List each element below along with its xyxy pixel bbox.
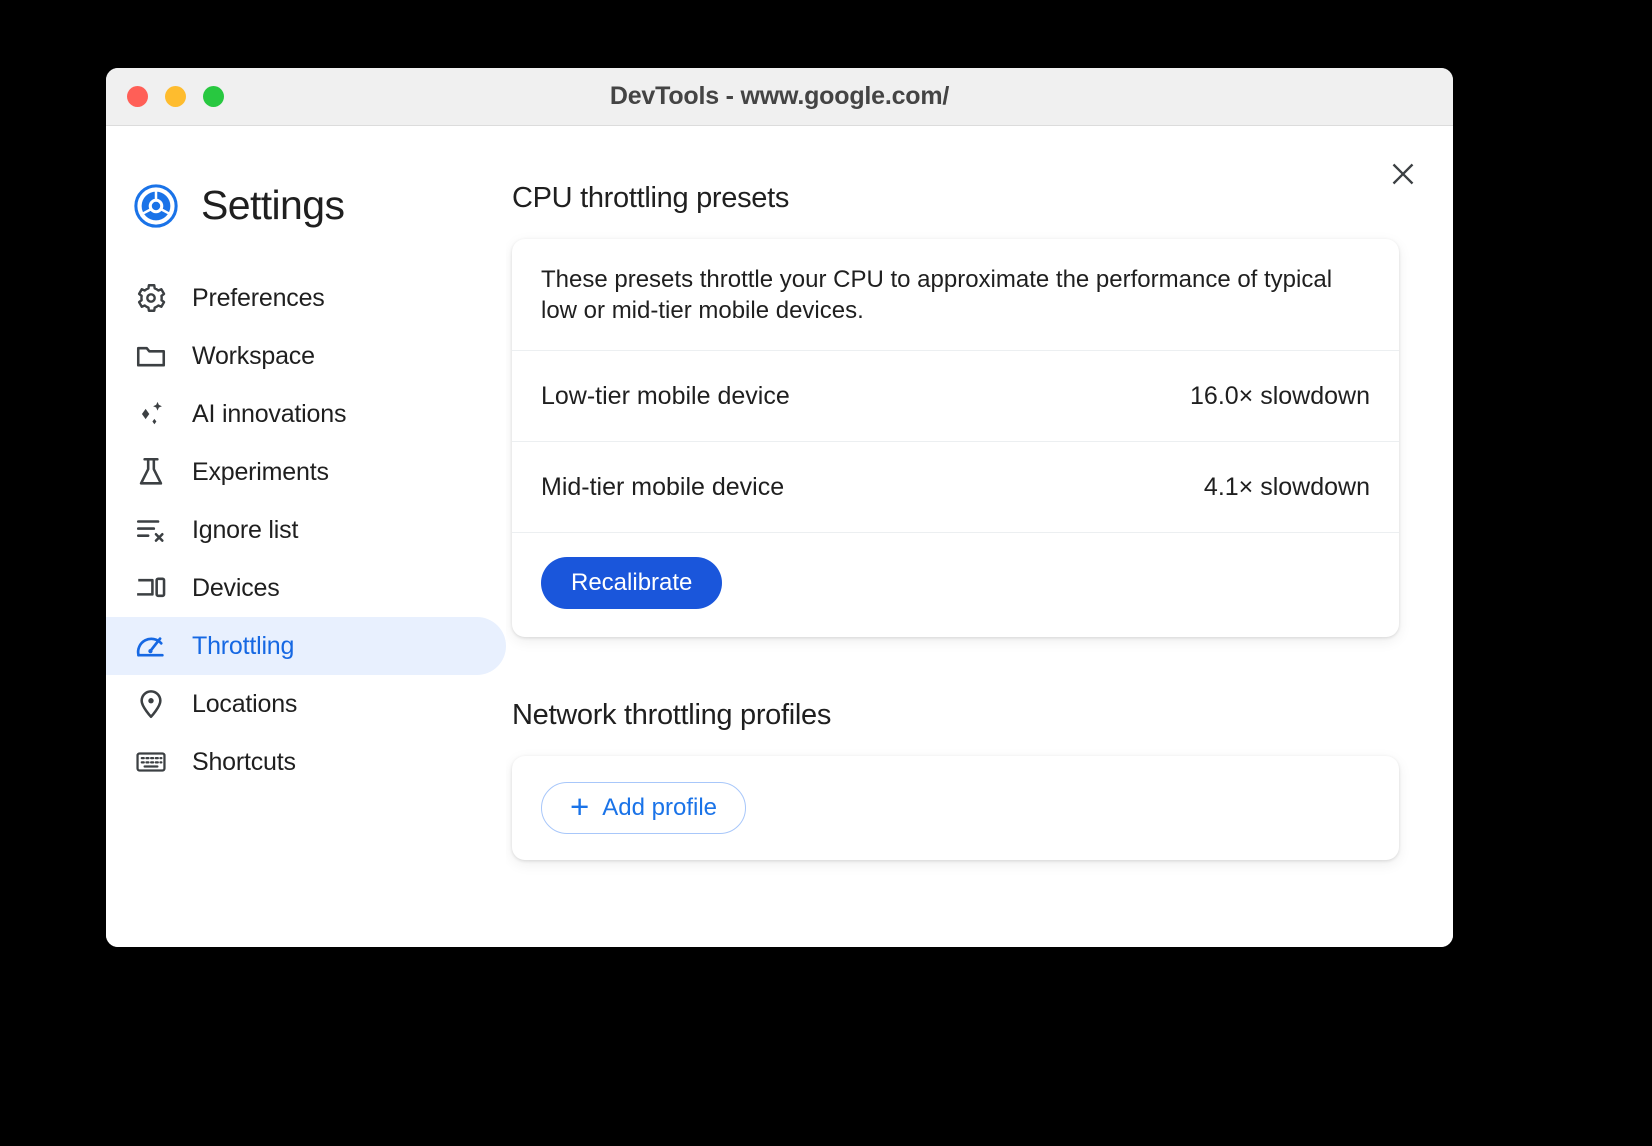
sidebar-item-label: Throttling [192,632,294,661]
preset-name: Mid-tier mobile device [541,473,784,502]
table-row[interactable]: Low-tier mobile device 16.0× slowdown [512,351,1399,442]
close-icon [1390,161,1416,187]
plus-icon: + [570,790,589,823]
network-profiles-card: + Add profile [512,756,1399,860]
table-row[interactable]: Mid-tier mobile device 4.1× slowdown [512,442,1399,533]
gear-icon [133,280,169,316]
keyboard-icon [133,744,169,780]
preset-value: 4.1× slowdown [1204,473,1370,502]
sidebar-item-preferences[interactable]: Preferences [106,269,506,327]
preset-name: Low-tier mobile device [541,382,790,411]
window-titlebar: DevTools - www.google.com/ [106,68,1453,126]
add-profile-button[interactable]: + Add profile [541,782,746,834]
window-title: DevTools - www.google.com/ [106,82,1453,111]
sidebar-item-label: AI innovations [192,400,346,429]
sidebar-item-label: Workspace [192,342,315,371]
screen: DevTools - www.google.com/ [0,0,1652,1146]
sparkle-icon [133,396,169,432]
speedometer-icon [133,628,169,664]
sidebar-item-label: Shortcuts [192,748,296,777]
cpu-card-actions: Recalibrate [512,533,1399,637]
sidebar-item-label: Experiments [192,458,329,487]
sidebar-item-locations[interactable]: Locations [106,675,506,733]
location-pin-icon [133,686,169,722]
cpu-section-title: CPU throttling presets [512,182,1399,215]
sidebar-item-ignore-list[interactable]: Ignore list [106,501,506,559]
sidebar-item-workspace[interactable]: Workspace [106,327,506,385]
page-title: Settings [201,182,344,229]
close-settings-button[interactable] [1381,152,1425,196]
sidebar-item-ai-innovations[interactable]: AI innovations [106,385,506,443]
devtools-chrome-logo-icon [133,183,179,229]
sidebar-item-shortcuts[interactable]: Shortcuts [106,733,506,791]
settings-main-panel: CPU throttling presets These presets thr… [506,126,1453,947]
network-section-title: Network throttling profiles [512,699,1399,732]
section-spacer [512,637,1399,699]
preset-value: 16.0× slowdown [1190,382,1370,411]
sidebar-item-label: Locations [192,690,297,719]
list-x-icon [133,512,169,548]
recalibrate-button[interactable]: Recalibrate [541,557,722,609]
sidebar-item-experiments[interactable]: Experiments [106,443,506,501]
add-profile-label: Add profile [602,794,717,822]
sidebar-item-devices[interactable]: Devices [106,559,506,617]
cpu-section-description: These presets throttle your CPU to appro… [512,239,1399,351]
settings-brand: Settings [106,182,506,229]
sidebar-item-label: Devices [192,574,280,603]
devices-icon [133,570,169,606]
folder-icon [133,338,169,374]
sidebar-item-throttling[interactable]: Throttling [106,617,506,675]
cpu-throttling-card: These presets throttle your CPU to appro… [512,239,1399,637]
settings-nav: Preferences Workspace [106,269,506,791]
devtools-window: DevTools - www.google.com/ [106,68,1453,947]
settings-sidebar: Settings Preferences [106,126,506,947]
settings-dialog: Settings Preferences [106,126,1453,947]
sidebar-item-label: Ignore list [192,516,298,545]
flask-icon [133,454,169,490]
sidebar-item-label: Preferences [192,284,325,313]
